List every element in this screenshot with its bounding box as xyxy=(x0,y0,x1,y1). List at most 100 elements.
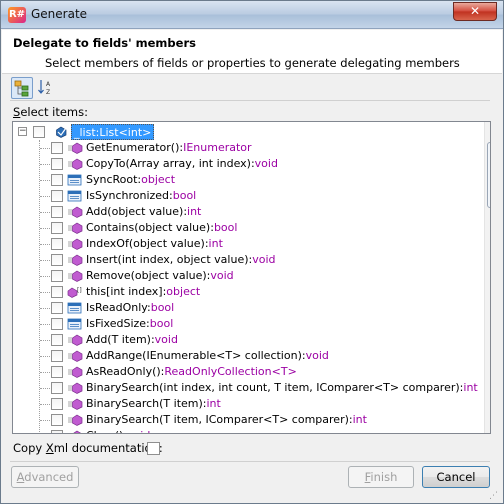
tree-member-row[interactable]: BinarySearch(T item, IComparer<T> compar… xyxy=(13,412,473,428)
method-icon xyxy=(67,430,83,433)
member-checkbox[interactable] xyxy=(51,254,63,266)
tree-branch-line xyxy=(40,404,50,405)
finish-button[interactable]: Finish xyxy=(348,466,414,488)
member-checkbox[interactable] xyxy=(51,302,63,314)
tree-branch-line xyxy=(40,388,50,389)
property-icon xyxy=(67,174,83,186)
member-signature: AsReadOnly():ReadOnlyCollection<T> xyxy=(86,364,297,380)
copy-xml-checkbox[interactable] xyxy=(147,442,160,455)
tree-member-row[interactable]: GetEnumerator():IEnumerator xyxy=(13,140,473,156)
member-checkbox[interactable] xyxy=(51,158,63,170)
member-checkbox[interactable] xyxy=(51,398,63,410)
member-checkbox[interactable] xyxy=(51,222,63,234)
resize-grip-icon[interactable]: ⋰ xyxy=(489,491,501,503)
tree-member-row[interactable]: IndexOf(object value):int xyxy=(13,236,473,252)
member-name: Contains(object value): xyxy=(86,221,214,234)
root-checkbox[interactable] xyxy=(33,126,45,138)
member-name: Clear(): xyxy=(86,429,127,433)
group-tree-icon xyxy=(14,80,29,97)
member-checkbox[interactable] xyxy=(51,174,63,186)
method-icon xyxy=(67,334,83,346)
member-checkbox[interactable] xyxy=(51,270,63,282)
tree-member-row[interactable]: BinarySearch(int index, int count, T ite… xyxy=(13,380,478,396)
tree-member-row[interactable]: AsReadOnly():ReadOnlyCollection<T> xyxy=(13,364,473,380)
tree-member-row[interactable]: Insert(int index, object value):void xyxy=(13,252,473,268)
close-button[interactable]: ✕ xyxy=(453,2,497,21)
title-bar[interactable]: R# Generate ✕ xyxy=(1,1,503,29)
tree-branch-line xyxy=(40,196,50,197)
member-checkbox[interactable] xyxy=(51,382,63,394)
member-checkbox[interactable] xyxy=(51,286,63,298)
member-checkbox[interactable] xyxy=(51,142,63,154)
member-name: IsFixedSize: xyxy=(86,317,150,330)
member-name: Add(object value): xyxy=(86,205,188,218)
member-signature: Remove(object value):void xyxy=(86,268,234,284)
tree-member-row[interactable]: AddRange(IEnumerable<T> collection):void xyxy=(13,348,473,364)
member-type: int xyxy=(206,397,221,410)
dialog-header: Delegate to fields' members Select membe… xyxy=(2,30,502,74)
method-icon xyxy=(67,142,83,154)
tree-member-row[interactable]: IsFixedSize:bool xyxy=(13,316,473,332)
member-checkbox[interactable] xyxy=(51,430,63,433)
member-checkbox[interactable] xyxy=(51,414,63,426)
member-type: int xyxy=(463,381,478,394)
root-field-label[interactable]: _list:List<int> xyxy=(71,124,155,140)
tree-member-row[interactable]: BinarySearch(T item):int xyxy=(13,396,473,412)
member-type: object xyxy=(141,173,176,186)
member-name: GetEnumerator(): xyxy=(86,141,184,154)
field-icon xyxy=(53,126,69,138)
member-name: this[int index]: xyxy=(86,285,167,298)
member-checkbox[interactable] xyxy=(51,366,63,378)
advanced-button[interactable]: Advanced xyxy=(11,466,79,488)
member-signature: Clear():void xyxy=(86,428,150,433)
scroll-down-arrow-icon[interactable]: ▼ xyxy=(485,416,490,433)
cancel-button[interactable]: Cancel xyxy=(422,466,490,488)
scroll-up-arrow-icon[interactable]: ▲ xyxy=(485,122,490,139)
collapse-toggle-icon[interactable]: − xyxy=(18,127,27,136)
tree-member-row[interactable]: Remove(object value):void xyxy=(13,268,473,284)
tree-branch-line xyxy=(40,180,50,181)
tree-member-row[interactable]: Clear():void xyxy=(13,428,473,433)
member-checkbox[interactable] xyxy=(51,334,63,346)
tree-member-row[interactable]: CopyTo(Array array, int index):void xyxy=(13,156,473,172)
member-checkbox[interactable] xyxy=(51,318,63,330)
member-signature: CopyTo(Array array, int index):void xyxy=(86,156,278,172)
tree-member-row[interactable]: Add(T item):void xyxy=(13,332,473,348)
member-signature: Insert(int index, object value):void xyxy=(86,252,275,268)
header-subtitle: Select members of fields or properties t… xyxy=(45,56,460,70)
method-icon xyxy=(67,398,83,410)
member-checkbox[interactable] xyxy=(51,190,63,202)
members-tree[interactable]: − _list:List<int> GetEnumerator():IEnumera… xyxy=(12,121,491,434)
member-type: bool xyxy=(172,189,197,202)
member-signature: AddRange(IEnumerable<T> collection):void xyxy=(86,348,329,364)
property-icon xyxy=(67,302,83,314)
member-name: IsSynchronized: xyxy=(86,189,173,202)
copy-xml-label: Copy Xml documentation: xyxy=(13,441,163,455)
tree-member-row[interactable]: Add(object value):int xyxy=(13,204,473,220)
method-icon xyxy=(67,254,83,266)
member-checkbox[interactable] xyxy=(51,350,63,362)
tree-vertical-scrollbar[interactable]: ▲ ▼ xyxy=(484,122,490,433)
tree-member-row[interactable]: IsReadOnly:bool xyxy=(13,300,473,316)
group-by-type-button[interactable] xyxy=(11,77,33,99)
member-signature: this[int index]:object xyxy=(86,284,200,300)
tree-branch-line xyxy=(40,372,50,373)
member-checkbox[interactable] xyxy=(51,238,63,250)
tree-root-row[interactable]: − _list:List<int> xyxy=(13,124,473,140)
tree-member-row[interactable]: [] this[int index]:object xyxy=(13,284,473,300)
scroll-thumb[interactable] xyxy=(487,142,490,208)
tree-member-row[interactable]: IsSynchronized:bool xyxy=(13,188,473,204)
member-checkbox[interactable] xyxy=(51,206,63,218)
member-signature: IsFixedSize:bool xyxy=(86,316,173,332)
tree-member-row[interactable]: Contains(object value):bool xyxy=(13,220,473,236)
member-type: IEnumerator xyxy=(183,141,252,154)
member-type: void xyxy=(210,269,234,282)
member-type: void xyxy=(127,429,150,433)
sort-az-icon: A Z xyxy=(38,80,51,96)
member-signature: Add(T item):void xyxy=(86,332,178,348)
member-type: int xyxy=(352,413,367,426)
member-type: ReadOnlyCollection<T> xyxy=(164,365,297,378)
tree-branch-line xyxy=(40,148,50,149)
sort-alphabetically-button[interactable]: A Z xyxy=(36,77,58,99)
tree-member-row[interactable]: SyncRoot:object xyxy=(13,172,473,188)
